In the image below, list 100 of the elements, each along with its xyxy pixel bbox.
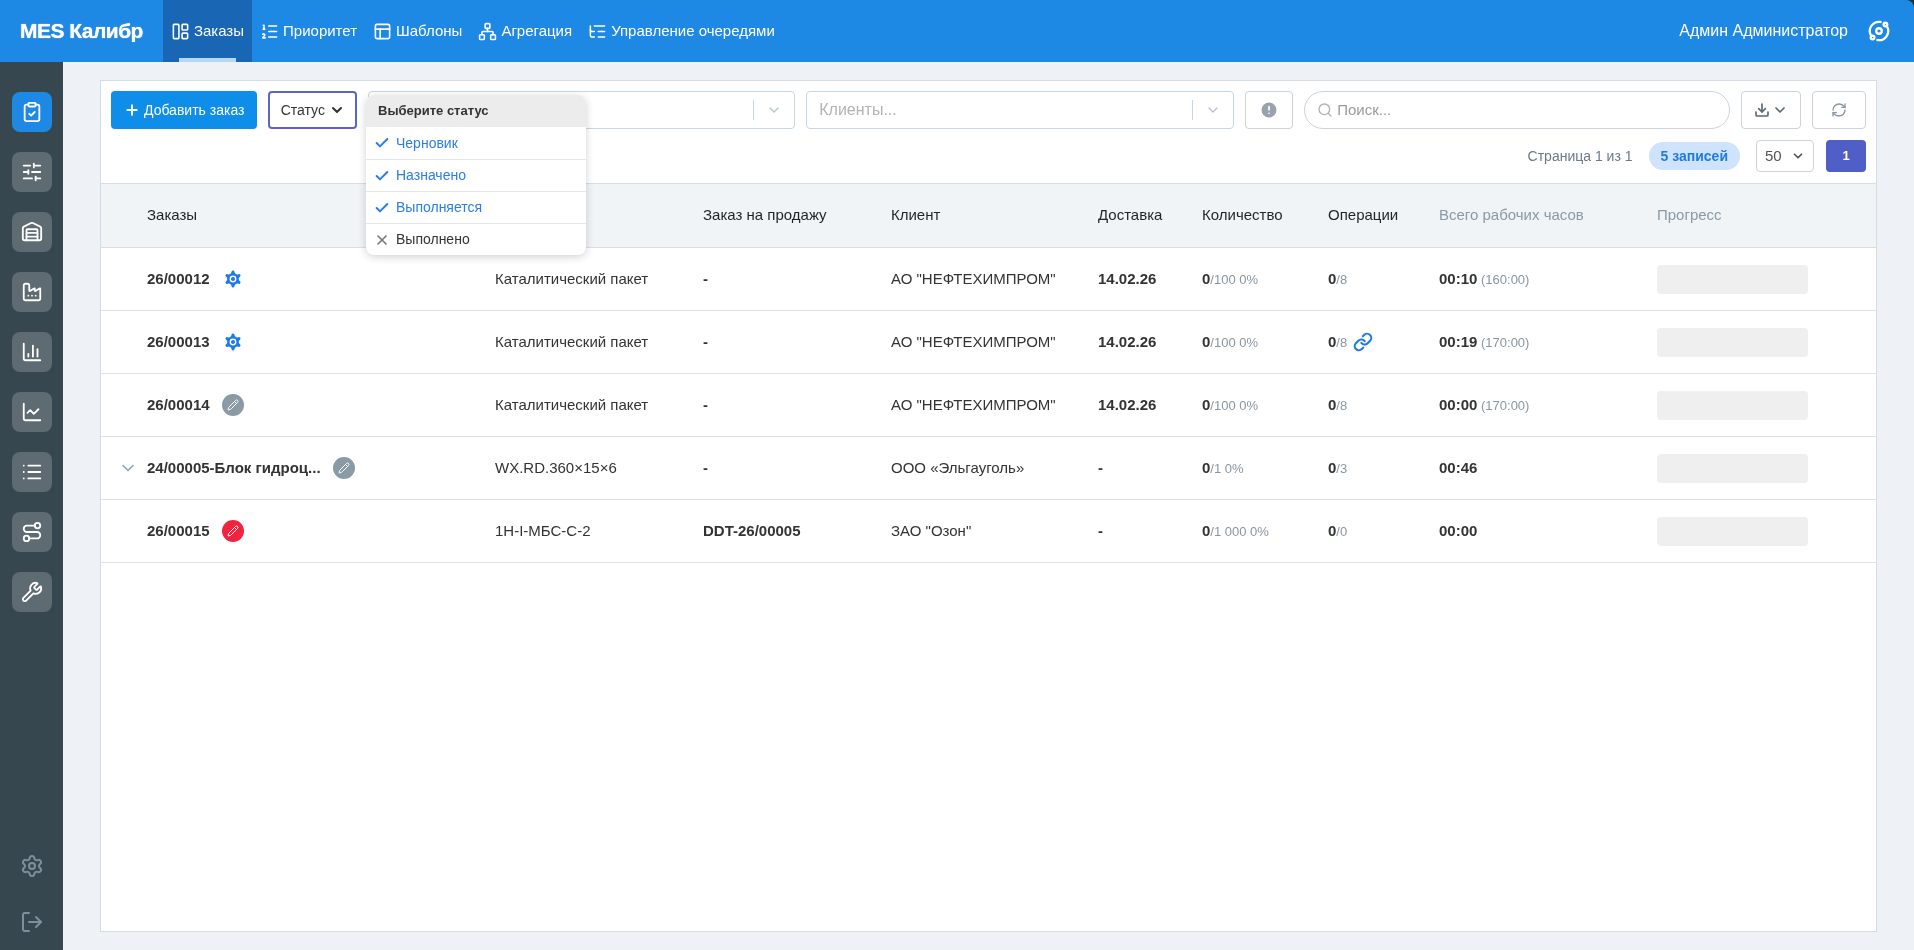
order-number[interactable]: 26/00012 [147, 267, 210, 291]
pencil-icon [332, 457, 355, 479]
sidebar-button[interactable] [11, 572, 52, 612]
column-header: Клиент [891, 206, 941, 224]
column-header: Заказы [147, 206, 198, 224]
hours-cell: 00:19 (170:00) [1439, 332, 1530, 350]
user-avatar-icon[interactable] [1868, 20, 1890, 42]
status-option[interactable]: Выполняется [366, 191, 586, 223]
sidebar-button[interactable] [11, 452, 52, 492]
bar-chart-icon [20, 341, 43, 363]
warnings-button[interactable] [1245, 91, 1294, 129]
delivery-cell: - [1098, 458, 1103, 476]
hours-cell: 00:00 [1439, 521, 1478, 539]
column-header: Доставка [1098, 206, 1163, 224]
order-number[interactable]: 26/00015 [147, 519, 210, 543]
link-icon[interactable] [1353, 332, 1374, 352]
records-count: 5 записей [1648, 142, 1740, 170]
sale-order-cell: - [703, 458, 708, 476]
sidebar-button[interactable] [11, 152, 52, 192]
order-number[interactable]: 24/00005-Блок гидроц... [147, 456, 321, 480]
operations-cell-text: 0/8 [1328, 268, 1348, 289]
nav-tab[interactable]: Управление очередями [580, 0, 783, 62]
download-icon [1754, 102, 1771, 118]
sale-order-cell: DDT-26/00005 [703, 521, 801, 539]
quantity-cell: 0/1 0% [1202, 458, 1244, 476]
table-row[interactable]: 24/00005-Блок гидроц... WX.RD.360×15×6 - ООО «Эльгауголь» - 0/1 0% 0/3 00:46 [101, 437, 1876, 500]
settings-icon[interactable] [19, 854, 44, 878]
factory-icon [20, 281, 43, 303]
sidebar-button[interactable] [11, 92, 52, 132]
sliders-icon [20, 161, 43, 183]
wrench-icon [20, 581, 43, 603]
order-number[interactable]: 26/00013 [147, 330, 210, 354]
order-number[interactable]: 26/00014 [147, 393, 210, 417]
hours-cell: 00:46 [1439, 458, 1478, 476]
sidebar-button[interactable] [11, 272, 52, 312]
client-cell: АО "НЕФТЕХИМПРОМ" [891, 395, 1056, 413]
hierarchy-icon [478, 21, 498, 41]
warehouse-icon [20, 221, 43, 243]
operations-cell-text: 0/8 [1328, 331, 1348, 352]
product-cell: Каталитический пакет [495, 332, 649, 350]
search-input[interactable]: Поиск... [1337, 98, 1718, 122]
client-cell: ООО «Эльгауголь» [891, 458, 1025, 476]
user-name: Админ Администратор [1679, 21, 1848, 41]
operations-cell-text: 0/8 [1328, 394, 1348, 415]
hours-cell: 00:10 (160:00) [1439, 269, 1530, 287]
dropdown-title: Выберите статус [378, 102, 489, 121]
delivery-cell: - [1098, 521, 1103, 539]
quantity-cell: 0/100 0% [1202, 395, 1259, 413]
column-header: Всего рабочих часов [1439, 206, 1584, 224]
download-button[interactable] [1741, 91, 1802, 129]
logout-icon[interactable] [19, 910, 44, 934]
clients-input[interactable]: Клиенты... [807, 98, 1193, 122]
sale-order-cell: - [703, 332, 708, 350]
delivery-cell: 14.02.26 [1098, 395, 1157, 413]
layout-icon [373, 21, 393, 41]
nav-tab[interactable]: Приоритет [252, 0, 366, 62]
delivery-cell: 14.02.26 [1098, 332, 1157, 350]
page-button[interactable]: 1 [1826, 140, 1866, 172]
route-icon [20, 521, 43, 543]
quantity-cell: 0/100 0% [1202, 269, 1259, 287]
pencil-icon [221, 394, 244, 416]
delivery-cell: 14.02.26 [1098, 269, 1157, 287]
status-option[interactable]: Черновик [366, 127, 586, 159]
plus-icon [124, 102, 140, 118]
table-row[interactable]: 26/00014 Каталитический пакет - АО "НЕФТЕХИМПРОМ" 14.02.26 0/100 0% 0/8 00:00 (170:00) [101, 374, 1876, 437]
sale-order-cell: - [703, 395, 708, 413]
table-row[interactable]: 26/00013 Каталитический пакет - АО "НЕФТЕХИМПРОМ" 14.02.26 0/100 0% 0/8 00:19 (170:00) [101, 311, 1876, 374]
app-title: MES Калибр [19, 18, 144, 45]
column-header: Прогресс [1657, 206, 1722, 224]
product-cell: Каталитический пакет [495, 269, 649, 287]
sidebar-button[interactable] [11, 512, 52, 552]
page-size-select[interactable]: 50 [1756, 140, 1814, 172]
sidebar-button[interactable] [11, 212, 52, 252]
table-row[interactable]: 26/00015 1H-I-МБС-С-2 DDT-26/00005 ЗАО "Озон" - 0/1 000 0% 0/0 00:00 [101, 500, 1876, 563]
sidebar-button[interactable] [11, 392, 52, 432]
client-cell: АО "НЕФТЕХИМПРОМ" [891, 269, 1056, 287]
product-cell: Каталитический пакет [495, 395, 649, 413]
client-cell: АО "НЕФТЕХИМПРОМ" [891, 332, 1056, 350]
status-option[interactable]: Назначено [366, 159, 586, 191]
status-option[interactable]: Выполнено [366, 223, 586, 255]
pencil-icon [221, 520, 244, 542]
product-cell: WX.RD.360×15×6 [495, 458, 617, 476]
quantity-cell: 0/100 0% [1202, 332, 1259, 350]
refresh-icon [1831, 102, 1848, 118]
client-cell: ЗАО "Озон" [891, 521, 972, 539]
quantity-cell: 0/1 000 0% [1202, 521, 1269, 539]
status-button[interactable]: Статус [268, 91, 358, 129]
nav-tab[interactable]: Шаблоны [365, 0, 471, 62]
page-info: Страница 1 из 1 [1527, 146, 1633, 166]
sidebar-button[interactable] [11, 332, 52, 372]
clients-select[interactable]: Клиенты... [806, 91, 1235, 129]
list-icon [260, 21, 280, 41]
search-icon [1317, 102, 1334, 118]
line-chart-icon [20, 401, 43, 423]
hours-cell: 00:00 (170:00) [1439, 395, 1530, 413]
operations-cell-text: 0/3 [1328, 457, 1348, 478]
nav-tab[interactable]: Агрегация [470, 0, 581, 62]
nav-tab[interactable]: Заказы [162, 0, 253, 62]
product-cell: 1H-I-МБС-С-2 [495, 521, 591, 539]
board-icon [170, 21, 190, 41]
